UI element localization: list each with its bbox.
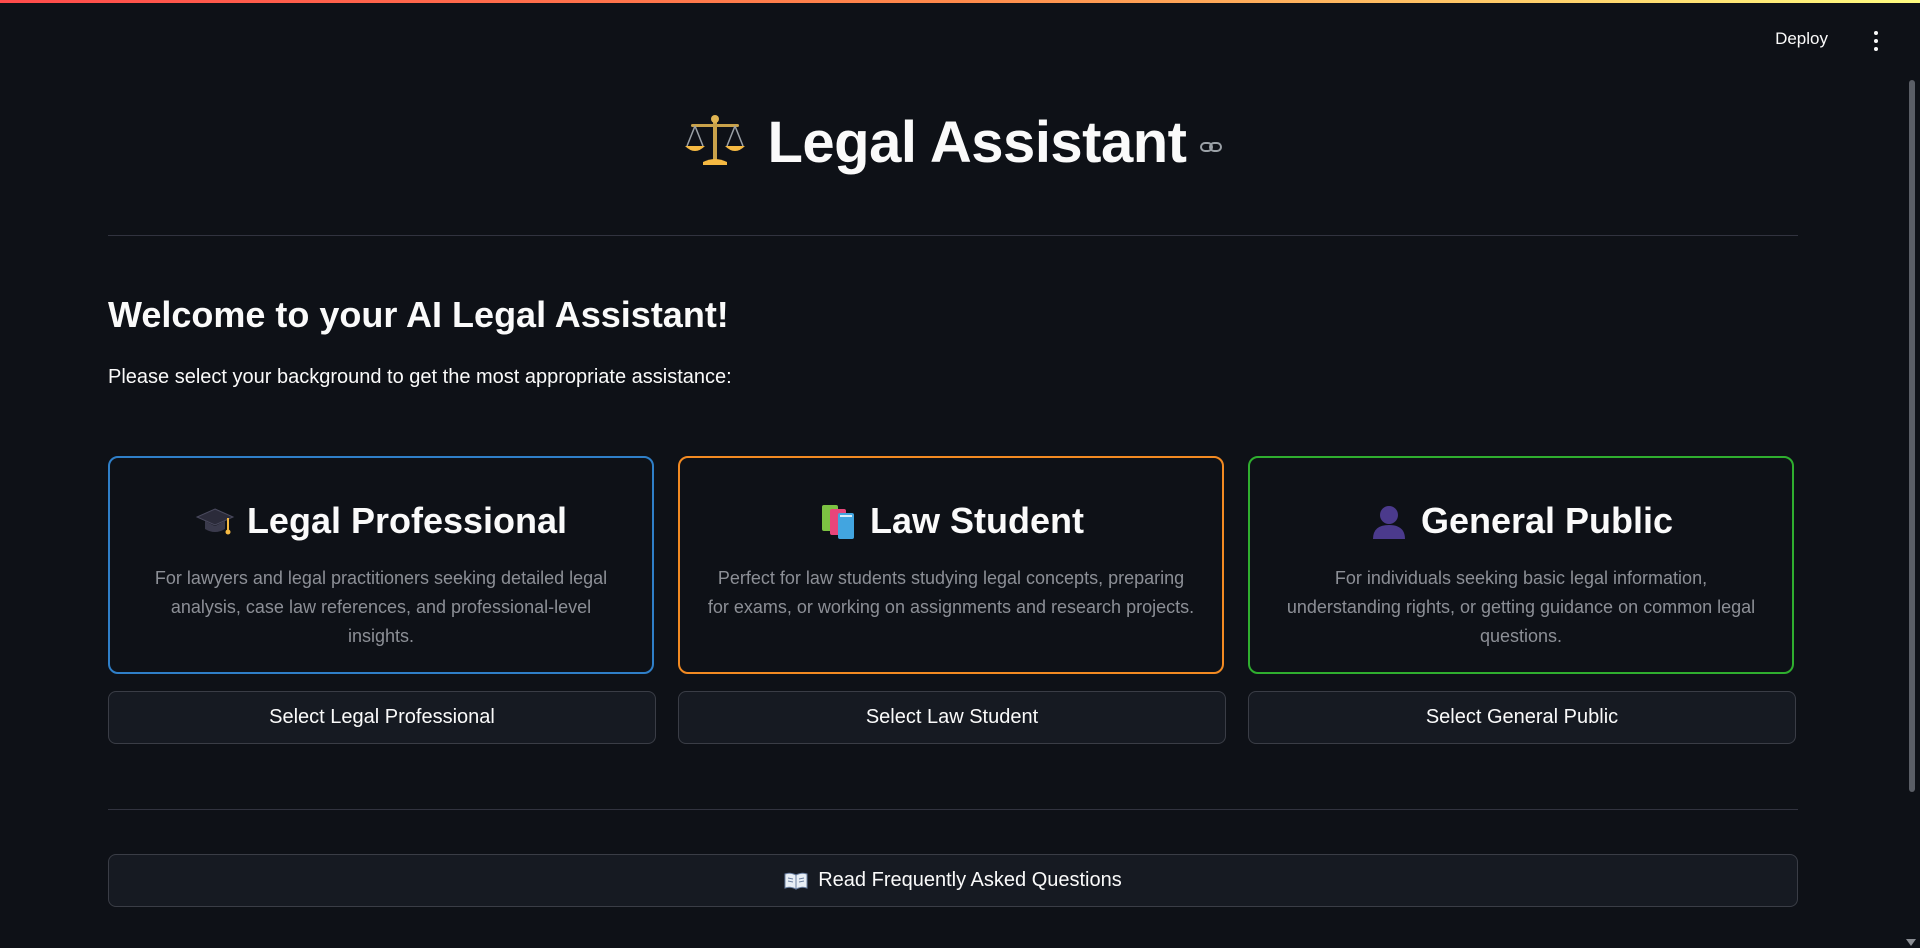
divider-bottom [108, 809, 1798, 810]
welcome-subtitle: Please select your background to get the… [108, 366, 732, 388]
kebab-menu-icon[interactable] [1866, 27, 1886, 55]
divider-top [108, 235, 1798, 236]
graduation-cap-icon [195, 501, 235, 541]
link-icon[interactable] [1199, 135, 1223, 159]
card-title: General Public [1420, 500, 1674, 541]
faq-button[interactable]: Read Frequently Asked Questions [108, 854, 1798, 907]
scroll-down-arrow-icon[interactable] [1906, 939, 1916, 946]
app-header: Deploy [0, 3, 1920, 79]
books-icon [818, 501, 858, 541]
page-title: Legal Assistant [767, 109, 1187, 175]
card-description: For lawyers and legal practitioners seek… [154, 568, 608, 646]
select-legal-professional-button[interactable]: Select Legal Professional [108, 691, 656, 744]
deploy-button[interactable]: Deploy [1775, 29, 1828, 49]
card-description: For individuals seeking basic legal info… [1286, 568, 1756, 646]
card-description: Perfect for law students studying legal … [707, 568, 1195, 617]
person-silhouette-icon [1369, 501, 1409, 541]
general-public-card: General Public For individuals seeking b… [1248, 456, 1794, 674]
scrollbar-thumb[interactable] [1909, 80, 1915, 792]
scrollbar[interactable] [1908, 80, 1916, 948]
law-student-card: Law Student Perfect for law students stu… [678, 456, 1224, 674]
balance-scale-icon [683, 110, 747, 174]
faq-button-label: Read Frequently Asked Questions [818, 869, 1122, 891]
legal-professional-card: Legal Professional For lawyers and legal… [108, 456, 654, 674]
open-book-icon [784, 871, 808, 891]
select-law-student-button[interactable]: Select Law Student [678, 691, 1226, 744]
card-title: Law Student [870, 500, 1084, 541]
welcome-heading: Welcome to your AI Legal Assistant! [108, 294, 729, 335]
card-title: Legal Professional [246, 500, 568, 541]
title-row: Legal Assistant [108, 102, 1798, 182]
select-general-public-button[interactable]: Select General Public [1248, 691, 1796, 744]
